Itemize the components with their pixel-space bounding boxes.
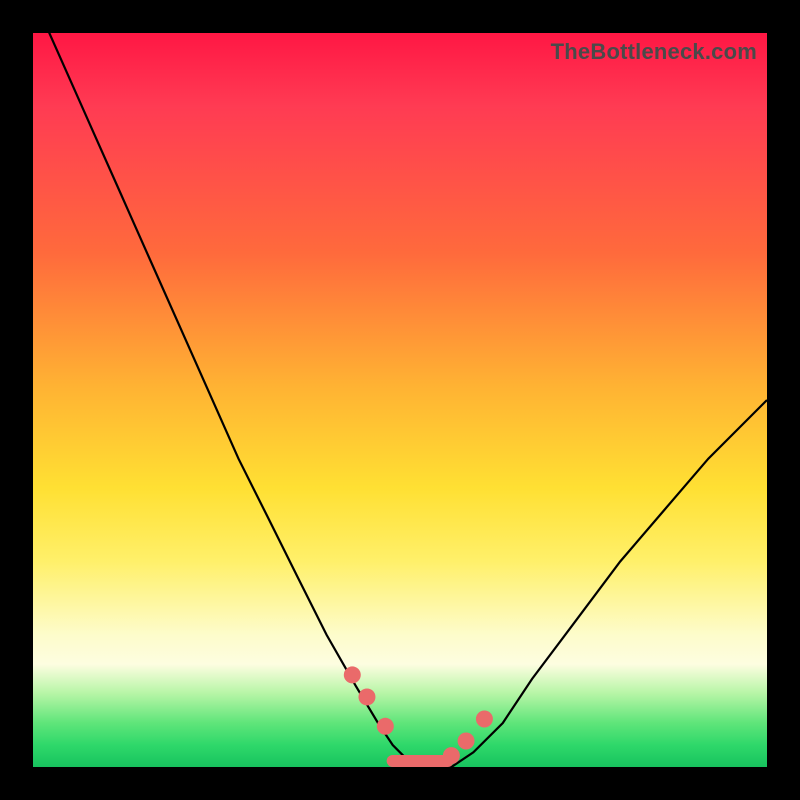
- chart-frame: TheBottleneck.com: [0, 0, 800, 800]
- curve-marker: [458, 732, 475, 749]
- bottleneck-curve-svg: [33, 33, 767, 767]
- curve-marker: [377, 718, 394, 735]
- curve-marker: [443, 747, 460, 764]
- plot-area: TheBottleneck.com: [33, 33, 767, 767]
- curve-markers: [344, 666, 493, 764]
- curve-marker: [344, 666, 361, 683]
- curve-marker: [476, 710, 493, 727]
- curve-marker: [358, 688, 375, 705]
- bottleneck-curve: [33, 0, 767, 767]
